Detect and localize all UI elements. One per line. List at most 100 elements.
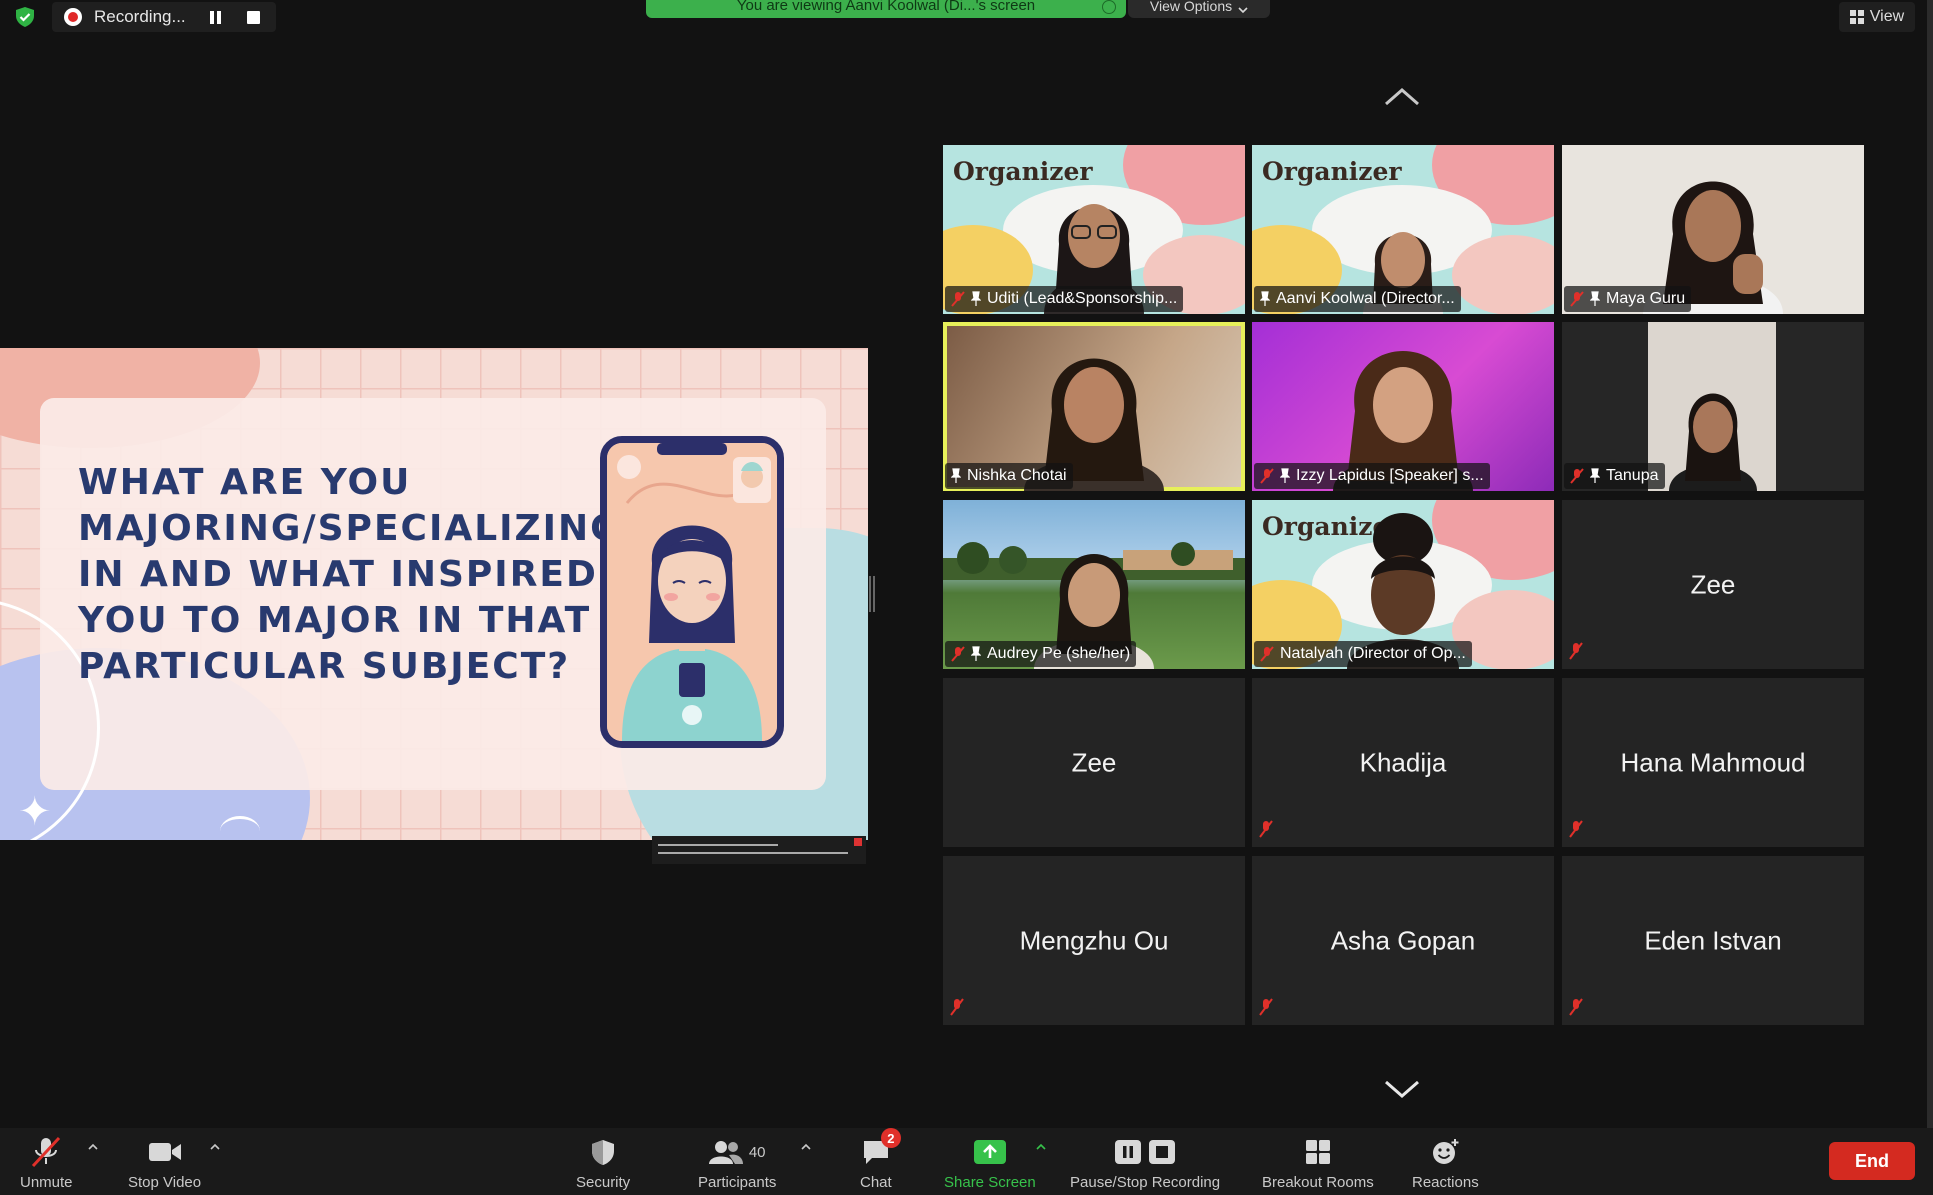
video-tile-khadija[interactable]: Khadija xyxy=(1252,678,1554,847)
muted-mic-icon xyxy=(1259,998,1273,1016)
video-tile-natalyah[interactable]: Organizer Natalyah (Director of Op... xyxy=(1252,500,1554,669)
share-screen-arrow-icon xyxy=(973,1140,1006,1164)
pause-stop-recording-label: Pause/Stop Recording xyxy=(1070,1174,1221,1191)
participant-name: Zee xyxy=(1071,747,1117,777)
recording-label: Recording... xyxy=(94,7,186,26)
view-options-dropdown[interactable]: View Options xyxy=(1128,0,1270,18)
reactions-label: Reactions xyxy=(1412,1174,1479,1191)
security-shield-icon xyxy=(16,7,34,27)
video-tile-uditi[interactable]: Organizer Uditi (Lead&Sponsorship... xyxy=(943,145,1245,314)
participant-name-label: Tanupa xyxy=(1564,463,1665,489)
stop-video-button[interactable]: Stop Video xyxy=(128,1136,201,1191)
gallery-view-icon xyxy=(1849,10,1864,24)
video-tile-izzy[interactable]: Izzy Lapidus [Speaker] s... xyxy=(1252,322,1554,491)
slide-question-text: What are you majoring/specializing in an… xyxy=(78,462,622,687)
caption-overlay xyxy=(652,836,866,864)
video-options-chevron-up-icon[interactable] xyxy=(210,1142,220,1152)
participant-name-label: Aanvi Koolwal (Director... xyxy=(1254,286,1461,312)
pin-icon xyxy=(1590,468,1600,483)
participant-name: Asha Gopan xyxy=(1330,925,1476,955)
shared-screen-slide: ✦ What are you majoring/specializing in … xyxy=(0,348,868,840)
view-options-label: View Options xyxy=(1149,0,1233,14)
stop-recording-icon[interactable] xyxy=(246,10,260,24)
meeting-toolbar: Unmute Stop Video Security 40 Participan… xyxy=(0,1128,1933,1195)
close-caption-icon[interactable] xyxy=(854,838,862,846)
participants-options-chevron-up-icon[interactable] xyxy=(801,1142,811,1152)
video-tile-audrey[interactable]: Audrey Pe (she/her) xyxy=(943,500,1245,669)
end-meeting-button[interactable]: End xyxy=(1829,1142,1915,1180)
pin-icon xyxy=(1260,291,1270,306)
stop-video-label: Stop Video xyxy=(128,1174,202,1191)
muted-mic-icon xyxy=(951,646,965,662)
participant-name: Zee xyxy=(1690,569,1736,599)
phone-illustration xyxy=(600,436,784,748)
participant-name-label: Uditi (Lead&Sponsorship... xyxy=(945,286,1184,312)
participant-name: Aanvi Koolwal (Director... xyxy=(1276,290,1455,307)
split-drag-handle[interactable] xyxy=(869,576,875,612)
participant-name-label: Maya Guru xyxy=(1564,286,1692,312)
video-tile-nishka-active-speaker[interactable]: Nishka Chotai xyxy=(943,322,1245,491)
breakout-rooms-label: Breakout Rooms xyxy=(1262,1174,1374,1191)
video-tile-zee-1[interactable]: Zee xyxy=(1562,500,1864,669)
chat-button[interactable]: 2 Chat xyxy=(860,1128,901,1191)
video-tile-aanvi[interactable]: Organizer Aanvi Koolwal (Director... xyxy=(1252,145,1554,314)
pause-stop-recording-button[interactable]: Pause/Stop Recording xyxy=(1070,1136,1220,1191)
pin-icon xyxy=(971,646,981,661)
recording-dot-icon xyxy=(64,8,82,26)
participants-button[interactable]: 40 Participants xyxy=(698,1136,776,1191)
share-screen-button[interactable]: Share Screen xyxy=(944,1136,1036,1191)
participant-name: Eden Istvan xyxy=(1644,925,1782,955)
muted-mic-icon xyxy=(1260,646,1274,662)
muted-mic-icon xyxy=(1570,468,1584,484)
participant-name-label: Izzy Lapidus [Speaker] s... xyxy=(1254,463,1490,489)
muted-mic-icon xyxy=(1569,820,1583,838)
video-tile-tanupa[interactable]: Tanupa xyxy=(1562,322,1864,491)
audio-options-chevron-up-icon[interactable] xyxy=(88,1142,98,1152)
share-options-chevron-up-icon[interactable] xyxy=(1036,1142,1046,1152)
participant-name: Khadija xyxy=(1359,747,1447,777)
viewing-screen-banner: You are viewing Aanvi Koolwal (Di...'s s… xyxy=(646,0,1126,18)
video-tile-eden[interactable]: Eden Istvan xyxy=(1562,856,1864,1025)
muted-mic-icon xyxy=(1259,820,1273,838)
gallery-next-page-icon[interactable] xyxy=(1382,1078,1422,1102)
participant-name: Nishka Chotai xyxy=(967,467,1067,484)
share-screen-label: Share Screen xyxy=(944,1174,1036,1191)
stop-icon xyxy=(1149,1140,1176,1164)
muted-mic-icon xyxy=(1569,642,1583,660)
video-camera-icon xyxy=(148,1143,181,1161)
security-button[interactable]: Security xyxy=(576,1136,630,1191)
chat-unread-badge: 2 xyxy=(880,1128,901,1148)
unmute-button[interactable]: Unmute xyxy=(20,1136,73,1191)
muted-mic-icon xyxy=(1569,998,1583,1016)
slide-decoration xyxy=(220,816,260,840)
chevron-down-icon xyxy=(1238,7,1248,14)
organizer-overlay-text: Organizer xyxy=(1262,157,1402,186)
participant-name: Izzy Lapidus [Speaker] s... xyxy=(1296,467,1484,484)
chat-label: Chat xyxy=(860,1174,892,1191)
view-button[interactable]: View xyxy=(1839,2,1915,32)
pin-icon xyxy=(971,291,981,306)
recording-indicator: Recording... xyxy=(52,2,276,32)
video-tile-maya[interactable]: Maya Guru xyxy=(1562,145,1864,314)
pause-recording-icon[interactable] xyxy=(209,10,221,24)
gallery-prev-page-icon[interactable] xyxy=(1382,84,1422,108)
breakout-rooms-grid-icon xyxy=(1305,1140,1330,1164)
video-tile-hana[interactable]: Hana Mahmoud xyxy=(1562,678,1864,847)
video-tile-mengzhu[interactable]: Mengzhu Ou xyxy=(943,856,1245,1025)
reactions-button[interactable]: Reactions xyxy=(1412,1136,1479,1191)
participant-name: Hana Mahmoud xyxy=(1620,747,1806,777)
window-edge xyxy=(1927,0,1933,1128)
unmute-label: Unmute xyxy=(20,1174,73,1191)
breakout-rooms-button[interactable]: Breakout Rooms xyxy=(1262,1136,1374,1191)
shield-icon xyxy=(592,1140,615,1165)
participant-name: Tanupa xyxy=(1606,467,1659,484)
participants-icon xyxy=(708,1141,743,1164)
pin-icon xyxy=(1280,468,1290,483)
participants-label: Participants xyxy=(698,1174,777,1191)
video-tile-asha[interactable]: Asha Gopan xyxy=(1252,856,1554,1025)
muted-mic-icon xyxy=(950,998,964,1016)
participant-name: Mengzhu Ou xyxy=(1019,925,1169,955)
participant-name-label: Nishka Chotai xyxy=(945,463,1073,489)
video-tile-zee-2[interactable]: Zee xyxy=(943,678,1245,847)
participant-name-label: Natalyah (Director of Op... xyxy=(1254,641,1472,667)
